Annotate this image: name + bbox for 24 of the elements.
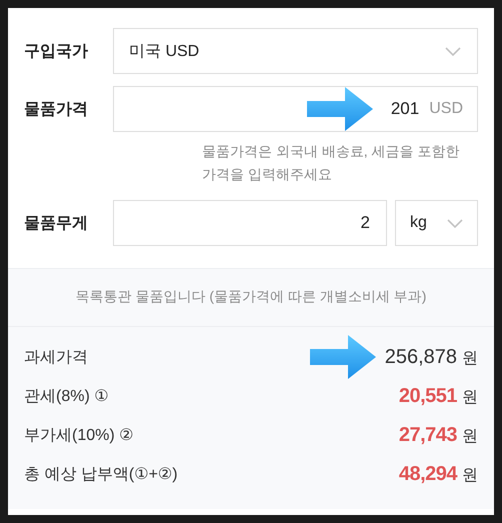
unit-select[interactable]: kg	[395, 200, 478, 246]
country-select[interactable]: 미국 USD	[113, 28, 478, 74]
unit-label: USD	[429, 100, 463, 118]
currency-label: 원	[462, 427, 478, 447]
hint-text: 물품가격은 외국내 배송료, 세금을 포함한 가격을 입력해주세요	[202, 142, 460, 184]
amount-value: 48,294	[398, 463, 457, 486]
chevron-down-icon	[447, 218, 463, 228]
price-field[interactable]: 201 USD	[113, 86, 478, 132]
result-label: 총 예상 납부액(①+②)	[24, 465, 178, 485]
currency-label: 원	[462, 388, 478, 408]
notice-text: 목록통관 물품입니다 (물품가격에 따른 개별소비세 부과)	[8, 269, 494, 327]
result-label: 부가세(10%) ②	[24, 426, 134, 446]
weight-field[interactable]: 2	[113, 200, 387, 246]
currency-label: 원	[462, 466, 478, 486]
amount-value: 256,878	[384, 346, 457, 369]
currency-label: 원	[462, 349, 478, 369]
result-label: 관세(8%) ①	[24, 387, 109, 407]
amount-value: 27,743	[398, 424, 457, 447]
field-label: 물품가격	[24, 100, 89, 120]
field-label: 구입국가	[24, 42, 89, 62]
chevron-down-icon	[445, 46, 461, 56]
result-label: 과세가격	[24, 348, 88, 368]
field-label: 물품무게	[24, 214, 89, 234]
amount-value: 20,551	[398, 385, 457, 408]
